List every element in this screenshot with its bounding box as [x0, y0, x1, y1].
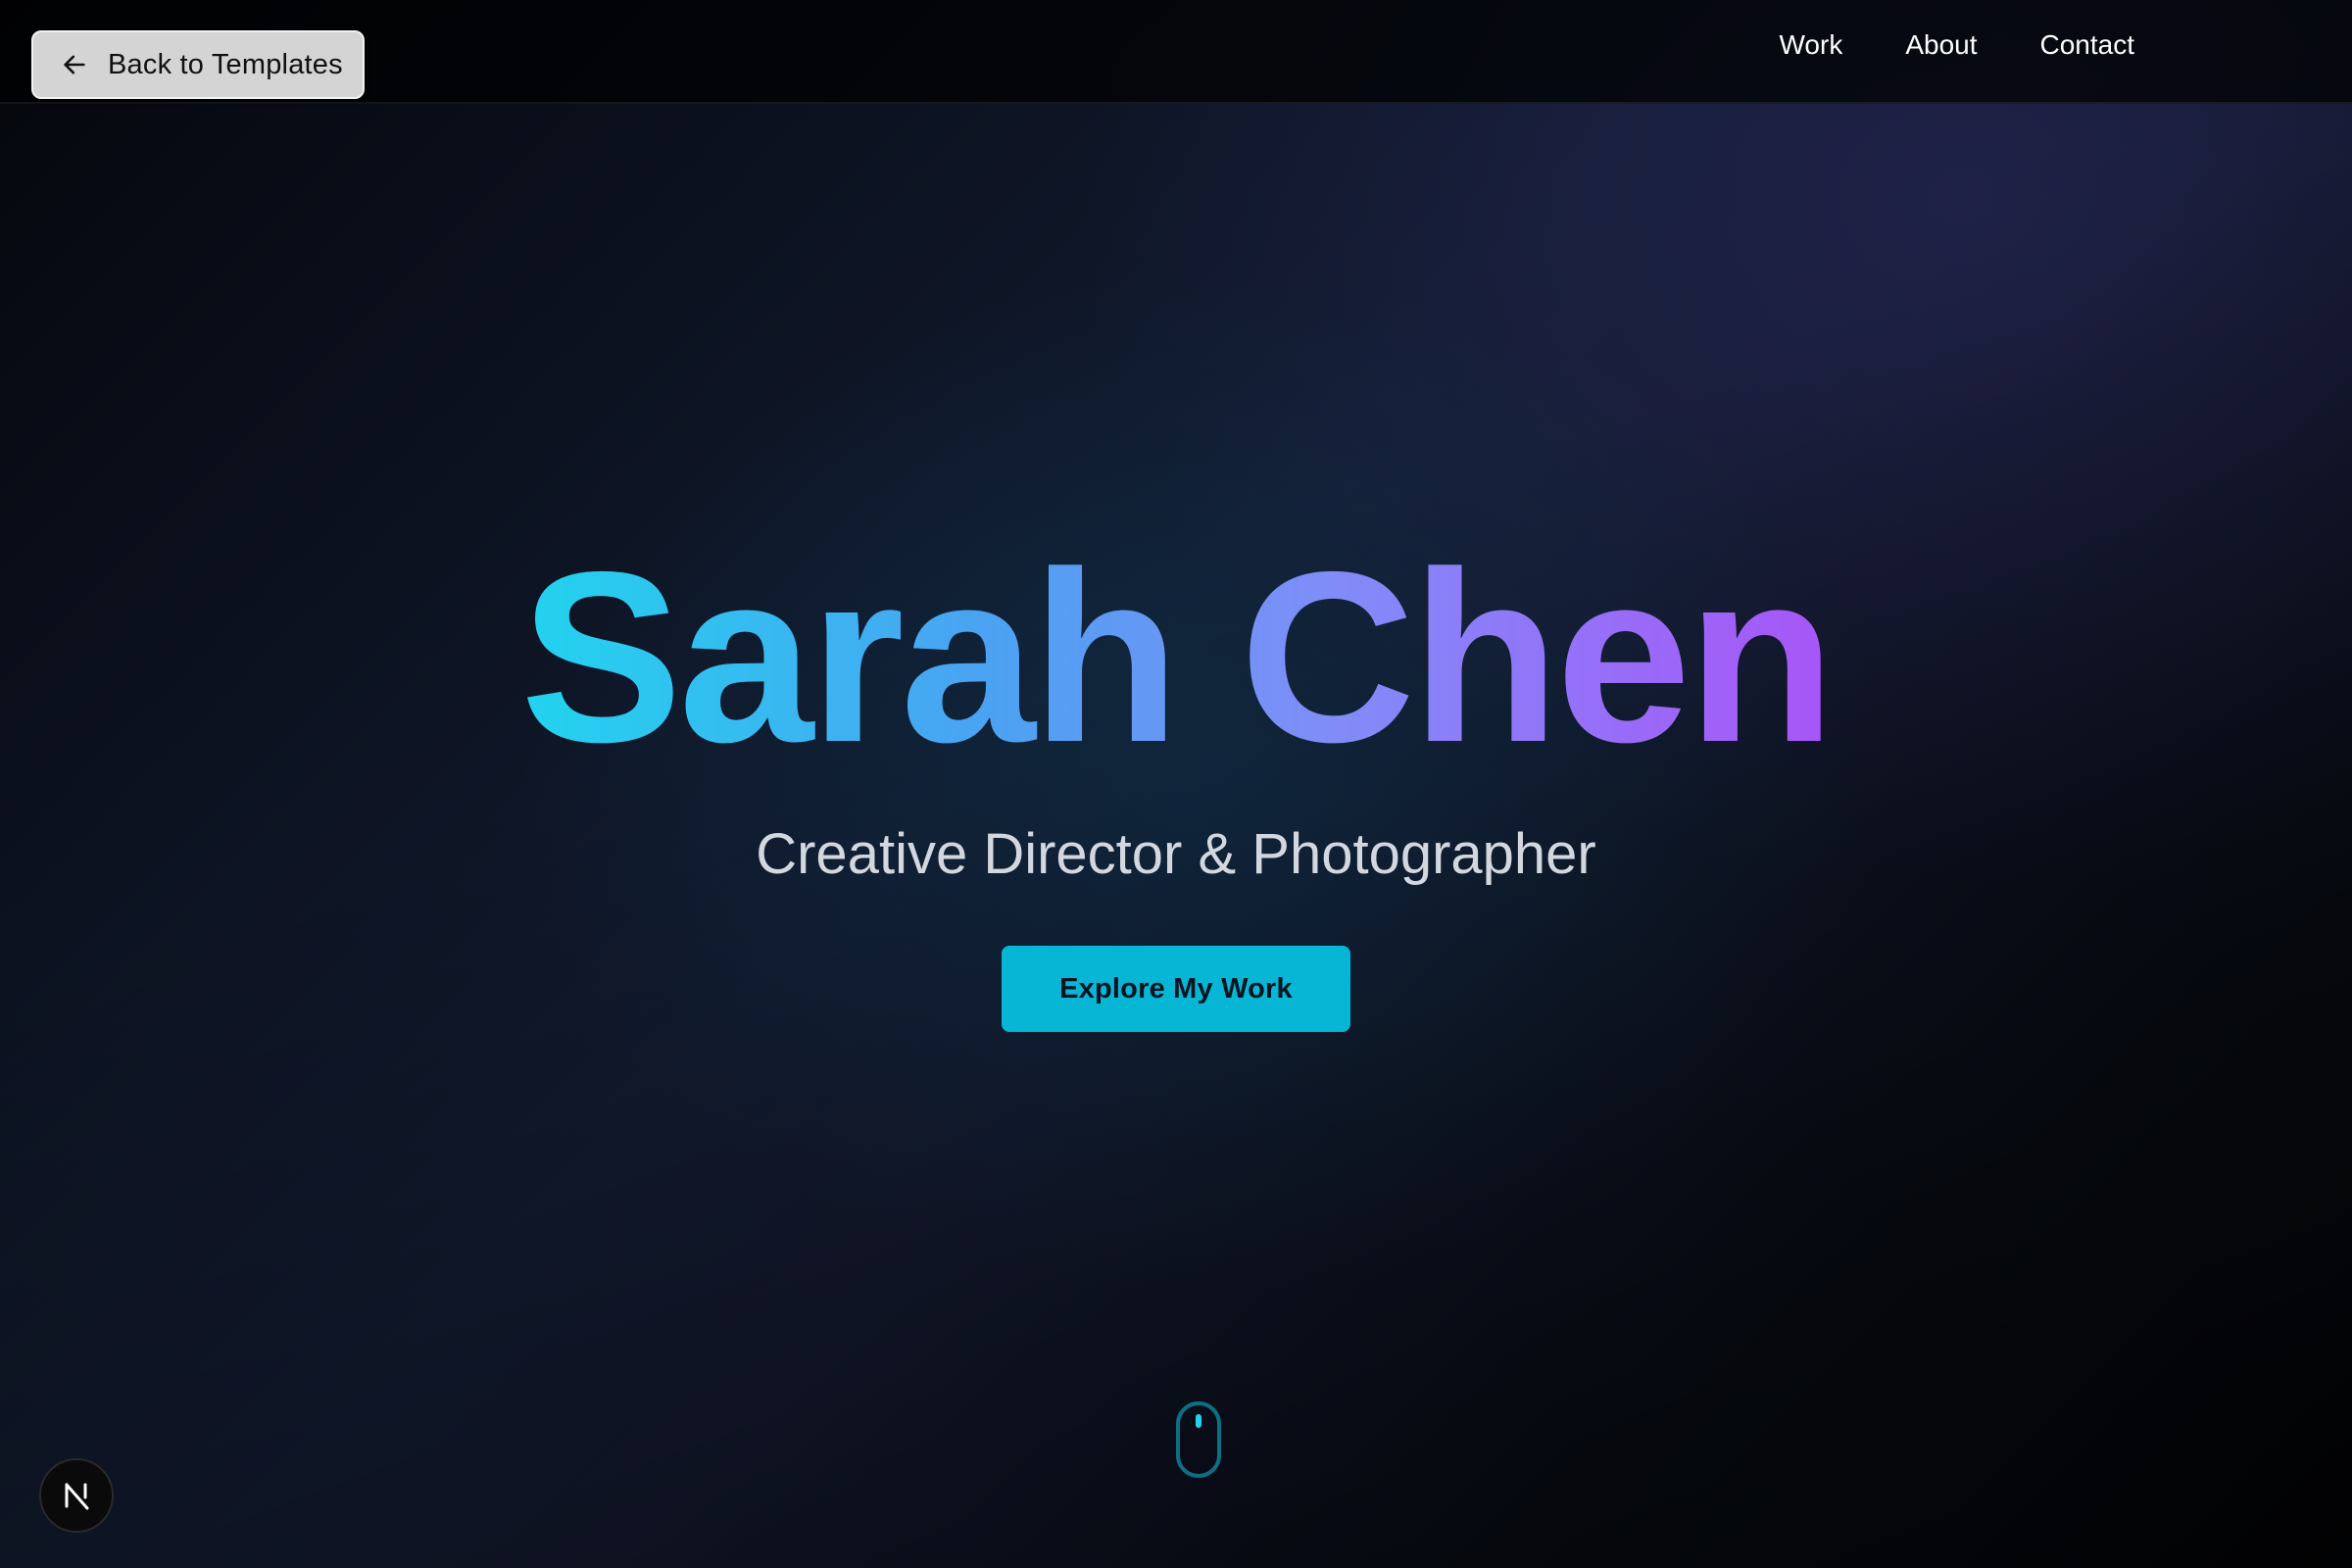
nextjs-icon[interactable] — [39, 1458, 114, 1533]
explore-work-button[interactable]: Explore My Work — [1002, 946, 1350, 1032]
portfolio-page: Back to Templates Work About Contact Sar… — [0, 0, 2352, 1568]
main-nav: Work About Contact — [1780, 29, 2135, 61]
nav-link-work[interactable]: Work — [1780, 29, 1843, 61]
back-to-templates-button[interactable]: Back to Templates — [31, 30, 365, 99]
mouse-scroll-icon[interactable] — [1175, 1400, 1222, 1479]
nav-link-about[interactable]: About — [1905, 29, 1977, 61]
hero-subtitle: Creative Director & Photographer — [756, 822, 1596, 886]
top-navigation-bar: Back to Templates Work About Contact — [0, 0, 2352, 104]
nav-link-contact[interactable]: Contact — [2040, 29, 2135, 61]
back-button-label: Back to Templates — [108, 48, 343, 80]
hero-name-heading: Sarah Chen — [519, 520, 1836, 793]
hero-section: Sarah Chen Creative Director & Photograp… — [0, 529, 2352, 1032]
arrow-left-icon — [59, 49, 90, 80]
